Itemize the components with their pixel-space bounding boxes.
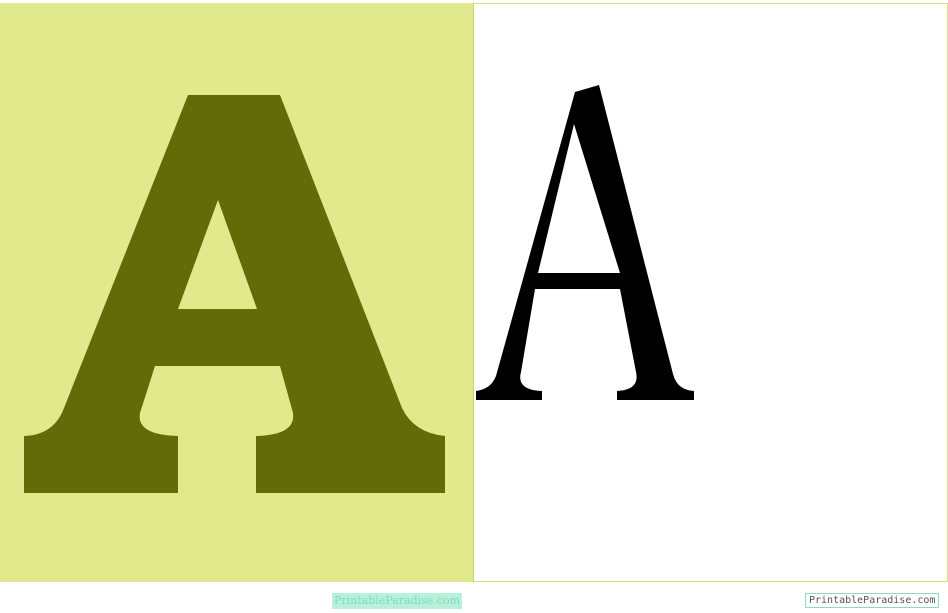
watermark-left: PrintableParadise.com [332, 593, 463, 609]
bold-letter-a [24, 95, 445, 493]
serif-letter-panel [474, 3, 948, 582]
watermark-right: PrintableParadise.com [805, 593, 940, 608]
serif-letter-a [476, 85, 694, 400]
bold-letter-panel [0, 3, 474, 582]
